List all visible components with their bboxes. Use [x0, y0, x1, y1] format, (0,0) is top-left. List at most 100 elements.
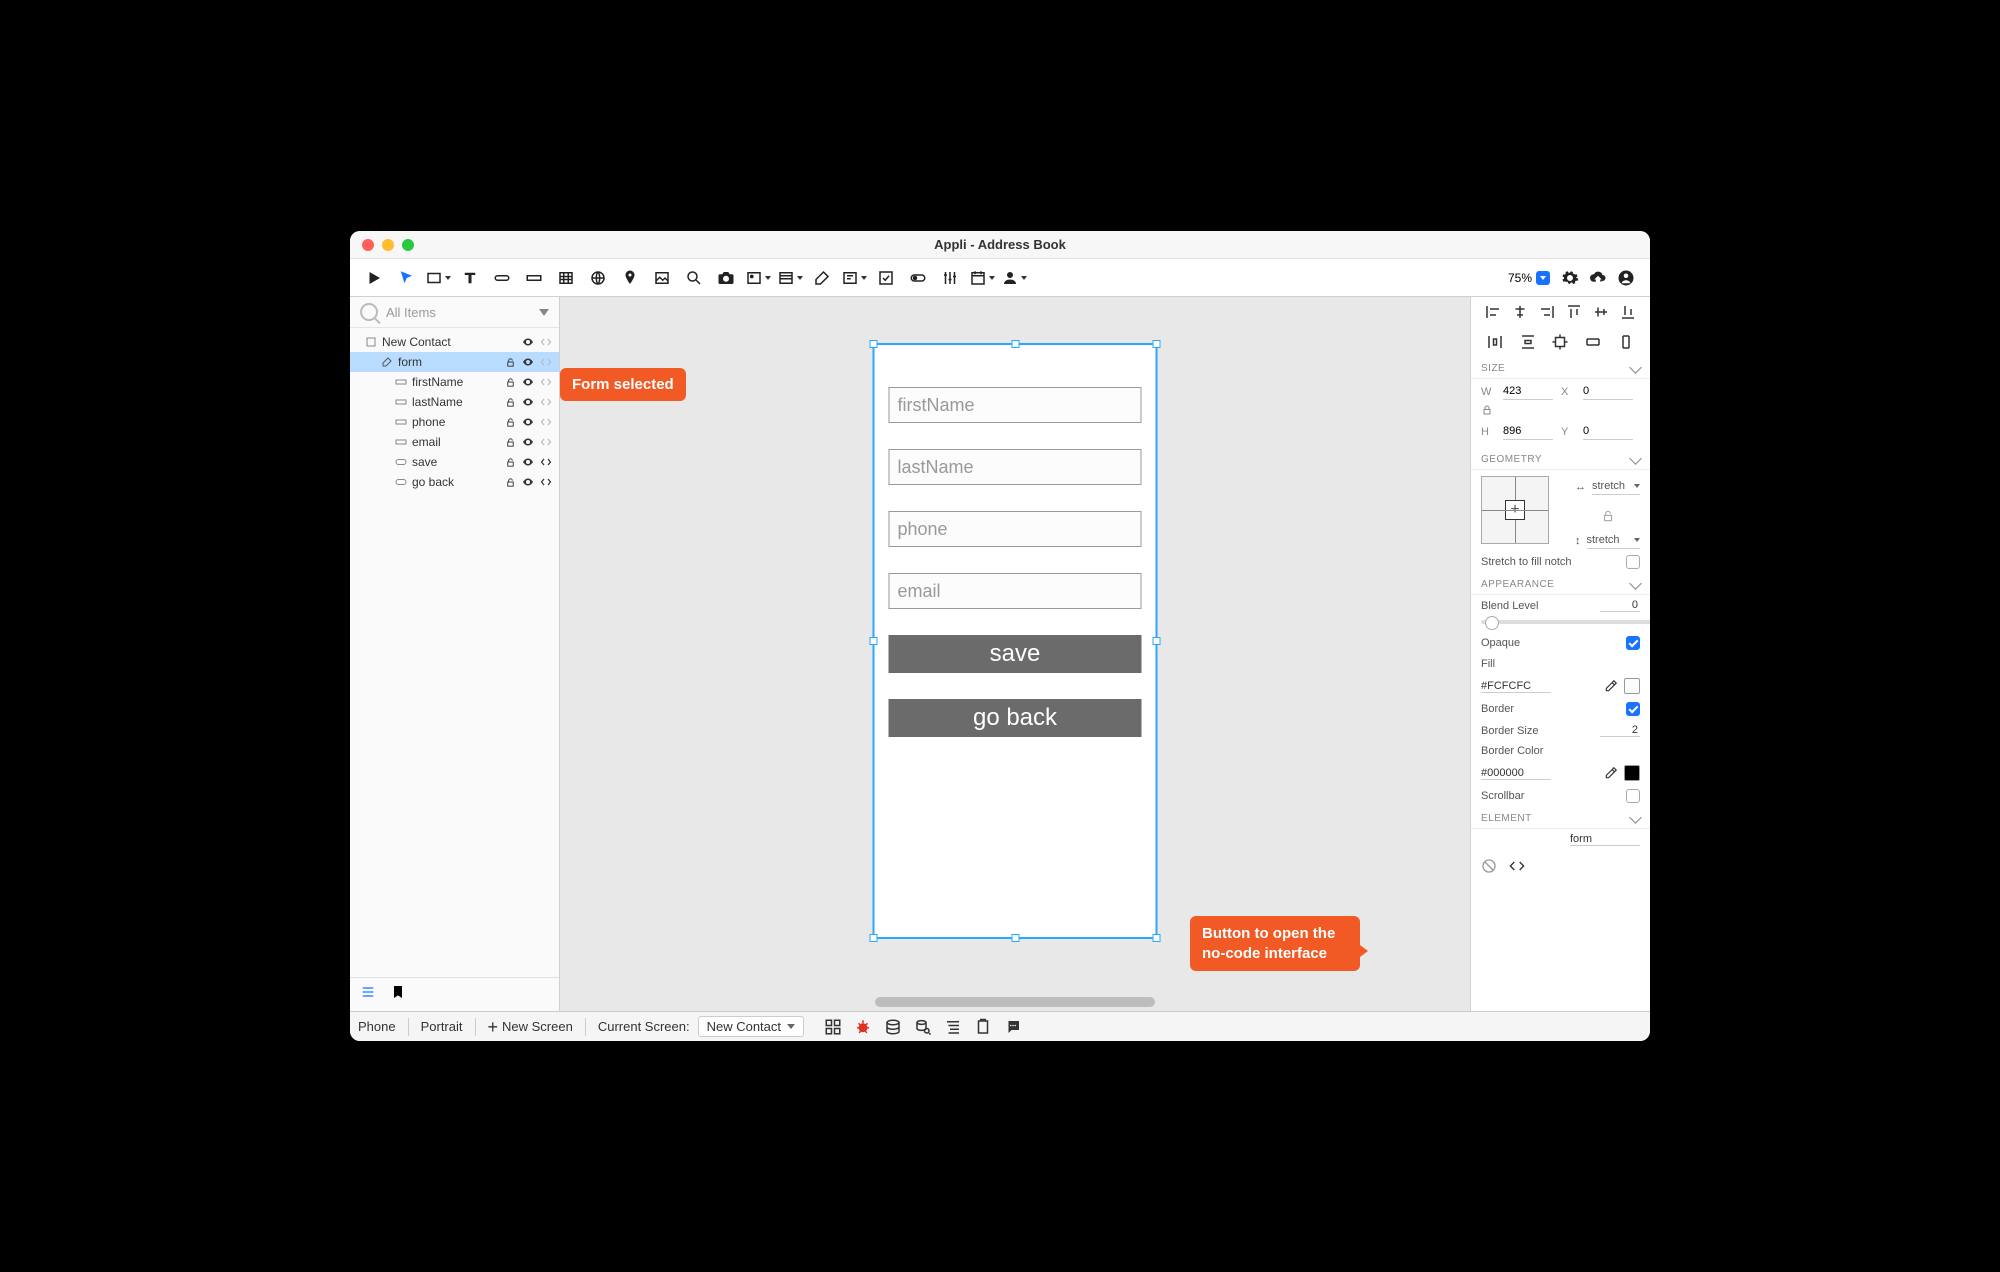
status-clipboard-icon[interactable]	[974, 1018, 992, 1036]
border-color-value[interactable]: #000000	[1481, 767, 1551, 780]
code-icon[interactable]	[539, 375, 553, 389]
geometry-section-header[interactable]: GEOMETRY	[1471, 448, 1650, 470]
align-middle-v-icon[interactable]	[1592, 303, 1610, 321]
align-top-icon[interactable]	[1565, 303, 1583, 321]
code-icon[interactable]	[539, 435, 553, 449]
eye-icon[interactable]	[521, 455, 535, 469]
eye-icon[interactable]	[521, 415, 535, 429]
play-icon[interactable]	[360, 264, 388, 292]
status-grid-icon[interactable]	[824, 1018, 842, 1036]
cloud-upload-icon[interactable]	[1584, 264, 1612, 292]
camera-tool-icon[interactable]	[712, 264, 740, 292]
globe-tool-icon[interactable]	[584, 264, 612, 292]
distribute-v-icon[interactable]	[1519, 333, 1537, 351]
field-phone[interactable]: phone	[889, 511, 1142, 547]
tree-item-firstName[interactable]: firstName	[350, 372, 559, 392]
v-stretch-select[interactable]: stretch	[1587, 532, 1641, 549]
code-icon[interactable]	[539, 455, 553, 469]
account-icon[interactable]	[1612, 264, 1640, 292]
calendar-tool-icon[interactable]	[968, 264, 996, 292]
checkbox-tool-icon[interactable]	[872, 264, 900, 292]
zoom-control[interactable]: 75%	[1502, 269, 1556, 287]
close-window-button[interactable]	[362, 239, 374, 251]
code-icon[interactable]	[1509, 858, 1525, 877]
align-left-icon[interactable]	[1484, 303, 1502, 321]
center-canvas-icon[interactable]	[1551, 333, 1569, 351]
tree-item-New-Contact[interactable]: New Contact	[350, 332, 559, 352]
button-tool-icon[interactable]	[488, 264, 516, 292]
text-tool-icon[interactable]	[456, 264, 484, 292]
horizontal-scrollbar[interactable]	[875, 997, 1155, 1007]
canvas[interactable]: Form selected firstName lastName phone e…	[560, 297, 1470, 1011]
fill-value[interactable]: #FCFCFC	[1481, 680, 1551, 693]
eye-icon[interactable]	[521, 475, 535, 489]
anchor-widget[interactable]: +	[1481, 476, 1549, 544]
list-view-icon[interactable]	[360, 984, 376, 1005]
opaque-checkbox[interactable]	[1626, 636, 1640, 650]
match-width-icon[interactable]	[1584, 333, 1602, 351]
gear-icon[interactable]	[1556, 264, 1584, 292]
size-section-header[interactable]: SIZE	[1471, 357, 1650, 379]
scrollbar-checkbox[interactable]	[1626, 789, 1640, 803]
search-filter-dropdown-icon[interactable]	[539, 309, 549, 316]
status-bug-icon[interactable]	[854, 1018, 872, 1036]
lock-icon[interactable]	[503, 355, 517, 369]
search-tool-icon[interactable]	[680, 264, 708, 292]
resize-handle[interactable]	[1153, 637, 1161, 645]
lock-icon[interactable]	[503, 455, 517, 469]
eye-icon[interactable]	[521, 375, 535, 389]
table-tool-icon[interactable]	[552, 264, 580, 292]
status-database-icon[interactable]	[884, 1018, 902, 1036]
minimize-window-button[interactable]	[382, 239, 394, 251]
bookmark-icon[interactable]	[390, 984, 406, 1005]
sliders-tool-icon[interactable]	[936, 264, 964, 292]
lock-icon[interactable]	[503, 395, 517, 409]
current-screen-select[interactable]: New Contact	[698, 1016, 804, 1037]
lock-icon[interactable]	[503, 475, 517, 489]
picker-tool-icon[interactable]	[840, 264, 868, 292]
pin-tool-icon[interactable]	[616, 264, 644, 292]
blend-slider[interactable]	[1481, 620, 1650, 624]
element-section-header[interactable]: ELEMENT	[1471, 807, 1650, 829]
element-name-value[interactable]: form	[1570, 833, 1640, 846]
fill-notch-checkbox[interactable]	[1626, 555, 1640, 569]
resize-handle[interactable]	[1153, 340, 1161, 348]
code-icon[interactable]	[539, 355, 553, 369]
object-search[interactable]: All Items	[350, 297, 559, 328]
align-center-h-icon[interactable]	[1511, 303, 1529, 321]
cursor-icon[interactable]	[392, 264, 420, 292]
tree-item-save[interactable]: save	[350, 452, 559, 472]
field-email[interactable]: email	[889, 573, 1142, 609]
lock-size-icon[interactable]	[1481, 404, 1553, 419]
x-input[interactable]	[1583, 383, 1633, 400]
align-bottom-icon[interactable]	[1619, 303, 1637, 321]
maximize-window-button[interactable]	[402, 239, 414, 251]
eye-icon[interactable]	[521, 435, 535, 449]
border-size-value[interactable]: 2	[1600, 724, 1640, 737]
blend-value[interactable]: 0	[1600, 599, 1640, 612]
status-query-icon[interactable]	[914, 1018, 932, 1036]
rectangle-tool[interactable]	[424, 264, 452, 292]
eye-icon[interactable]	[521, 355, 535, 369]
tree-item-go-back[interactable]: go back	[350, 472, 559, 492]
tree-item-email[interactable]: email	[350, 432, 559, 452]
lock-icon[interactable]	[503, 375, 517, 389]
match-height-icon[interactable]	[1617, 333, 1635, 351]
form-selection-frame[interactable]: firstName lastName phone email save go b…	[873, 343, 1158, 939]
media-tool-icon[interactable]	[744, 264, 772, 292]
resize-handle[interactable]	[1011, 340, 1019, 348]
fill-swatch[interactable]	[1624, 678, 1640, 694]
tree-item-lastName[interactable]: lastName	[350, 392, 559, 412]
border-eyedropper-icon[interactable]	[1604, 766, 1618, 780]
status-chat-icon[interactable]	[1004, 1018, 1022, 1036]
appearance-section-header[interactable]: APPEARANCE	[1471, 573, 1650, 595]
lock-geometry-icon[interactable]	[1565, 505, 1650, 530]
device-label[interactable]: Phone	[358, 1019, 396, 1034]
button-goback[interactable]: go back	[889, 699, 1142, 737]
distribute-h-icon[interactable]	[1486, 333, 1504, 351]
lock-icon[interactable]	[503, 435, 517, 449]
image-tool-icon[interactable]	[648, 264, 676, 292]
eye-icon[interactable]	[521, 335, 535, 349]
eye-icon[interactable]	[521, 395, 535, 409]
button-save[interactable]: save	[889, 635, 1142, 673]
